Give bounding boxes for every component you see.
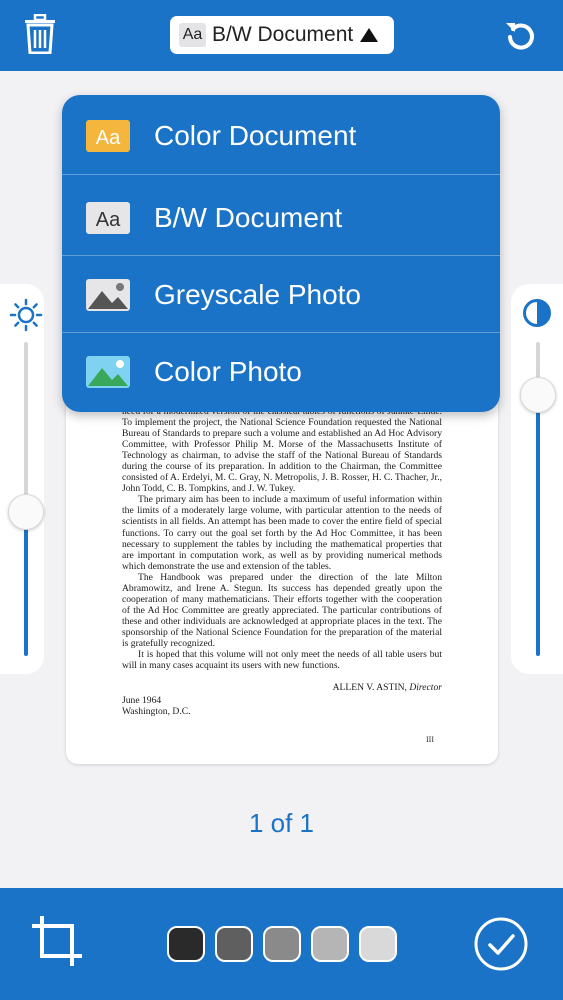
menu-item-color-document[interactable]: Aa Color Document	[62, 97, 500, 175]
rotate-icon[interactable]	[503, 19, 539, 55]
svg-text:Aa: Aa	[96, 127, 121, 149]
color-swatch[interactable]	[263, 926, 301, 962]
page-counter: 1 of 1	[248, 808, 315, 838]
document-paragraph: It is hoped that this volume will not on…	[122, 649, 442, 672]
menu-item-label: Color Document	[154, 120, 357, 151]
contrast-icon	[523, 299, 551, 327]
brightness-track-fill	[24, 511, 28, 656]
menu-item-color-photo[interactable]: Color Photo	[62, 333, 500, 411]
bw-document-icon: Aa	[86, 202, 130, 234]
contrast-knob[interactable]	[520, 377, 556, 414]
document-paragraph: The Handbook was prepared under the dire…	[122, 571, 442, 649]
menu-divider	[62, 174, 500, 175]
color-document-icon: Aa	[86, 120, 130, 152]
document-preview: need for a modernized version of the cla…	[66, 380, 498, 764]
mode-label: B/W Document	[212, 23, 354, 46]
crop-icon[interactable]	[28, 912, 86, 970]
brightness-slider[interactable]	[0, 284, 44, 674]
color-photo-icon	[86, 356, 130, 388]
document-text: need for a modernized version of the cla…	[122, 406, 442, 717]
document-page-number: III	[426, 735, 434, 744]
menu-item-label: Greyscale Photo	[154, 279, 361, 310]
trash-icon[interactable]	[24, 14, 56, 54]
triangle-up-icon	[360, 28, 379, 42]
document-paragraph: The primary aim has been to include a ma…	[122, 494, 442, 572]
signature-name: ALLEN V. ASTIN,	[332, 682, 407, 694]
scan-mode-dropdown: Aa Color Document Aa B/W Document Greysc…	[62, 95, 500, 412]
menu-item-bw-document[interactable]: Aa B/W Document	[62, 179, 500, 257]
svg-text:Aa: Aa	[96, 209, 121, 231]
greyscale-photo-icon	[86, 279, 130, 311]
mode-selector[interactable]: Aa B/W Document	[170, 16, 394, 54]
menu-item-greyscale-photo[interactable]: Greyscale Photo	[62, 256, 500, 334]
menu-item-label: Color Photo	[154, 356, 302, 387]
color-swatch[interactable]	[311, 926, 349, 962]
contrast-slider[interactable]	[511, 284, 563, 674]
color-swatch[interactable]	[167, 926, 205, 962]
menu-item-label: B/W Document	[154, 202, 343, 233]
color-swatch[interactable]	[359, 926, 397, 962]
signature: ALLEN V. ASTIN, Director	[122, 682, 442, 693]
top-toolbar: Aa B/W Document	[0, 0, 563, 71]
brightness-icon	[9, 298, 43, 332]
contrast-track-fill	[536, 395, 540, 656]
brightness-knob[interactable]	[8, 493, 44, 530]
checkmark-icon[interactable]	[473, 916, 529, 972]
signature-title: Director	[409, 682, 442, 694]
mode-icon: Aa	[179, 23, 206, 47]
color-swatch[interactable]	[215, 926, 253, 962]
document-place: Washington, D.C.	[122, 706, 191, 718]
document-date: June 1964	[122, 695, 162, 707]
document-paragraph: need for a modernized version of the cla…	[122, 406, 442, 495]
